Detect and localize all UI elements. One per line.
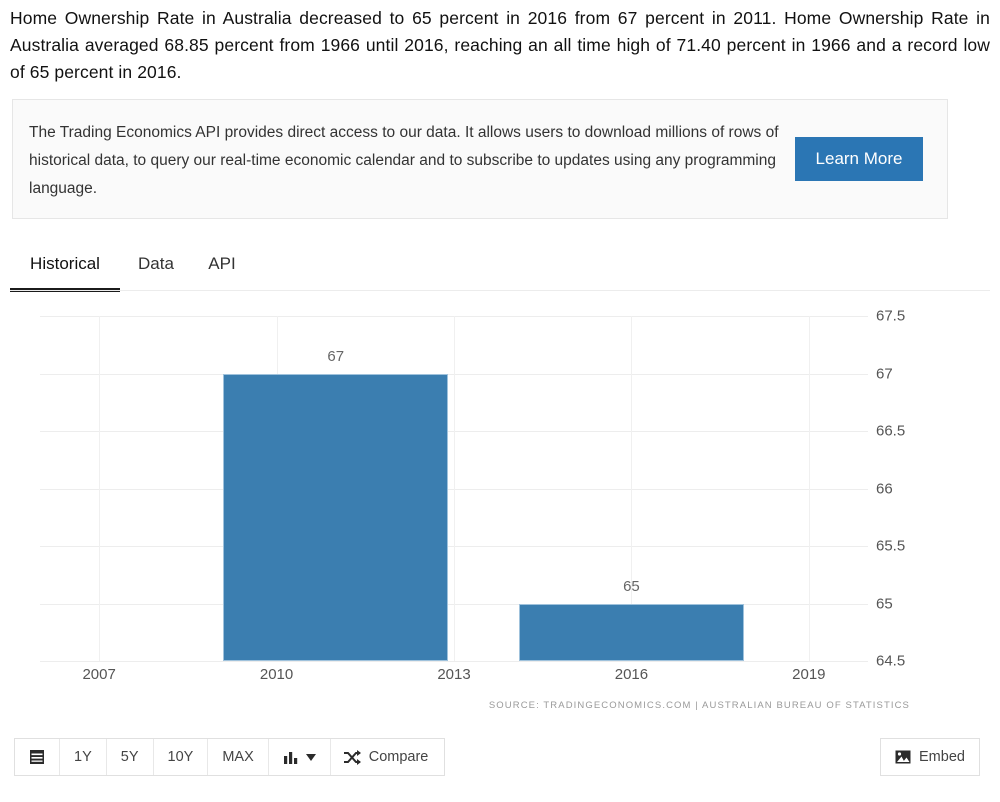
range-1y-button[interactable]: 1Y xyxy=(60,739,107,775)
calendar-icon xyxy=(29,749,45,765)
chart-bar[interactable] xyxy=(519,603,744,661)
embed-label: Embed xyxy=(919,749,965,765)
y-axis-tick-label: 67 xyxy=(876,365,893,382)
y-axis-tick-label: 64.5 xyxy=(876,652,906,670)
chevron-down-icon xyxy=(305,753,316,761)
tab-api[interactable]: API xyxy=(196,244,248,288)
api-promo-box: The Trading Economics API provides direc… xyxy=(12,99,948,219)
bar-chart-icon xyxy=(283,750,300,765)
range-10y-button[interactable]: 10Y xyxy=(153,739,209,775)
chart-type-dropdown[interactable] xyxy=(268,739,331,775)
gridline-horizontal xyxy=(40,661,868,662)
api-promo-text: The Trading Economics API provides direc… xyxy=(29,124,779,197)
chart-plot-area[interactable]: 67 65 xyxy=(40,316,868,662)
calendar-range-button[interactable] xyxy=(15,739,60,775)
image-icon xyxy=(895,750,911,764)
home-ownership-rate-chart: 67 65 67.5 67 66.5 66 65.5 65 64.5 2007 2010 2013… xyxy=(0,296,1000,726)
embed-button[interactable]: Embed xyxy=(880,738,980,776)
compare-label: Compare xyxy=(368,749,429,765)
x-axis-tick-label: 2013 xyxy=(437,666,471,683)
y-axis-tick-label: 67.5 xyxy=(876,307,906,325)
summary-paragraph: Home Ownership Rate in Australia decreas… xyxy=(10,8,990,82)
learn-more-button[interactable]: Learn More xyxy=(795,137,923,181)
chart-tabs: Historical Data API xyxy=(10,244,990,292)
x-axis-tick-label: 2007 xyxy=(82,666,116,683)
range-max-button[interactable]: MAX xyxy=(208,739,269,775)
x-axis-tick-label: 2019 xyxy=(792,666,826,683)
chart-bar[interactable] xyxy=(223,373,449,661)
compare-button[interactable]: Compare xyxy=(330,739,445,775)
bar-value-label: 65 xyxy=(623,577,640,595)
gridline-vertical xyxy=(454,316,455,661)
chart-source-attribution: SOURCE: TRADINGECONOMICS.COM | AUSTRALIA… xyxy=(488,700,910,711)
shuffle-icon xyxy=(343,749,361,765)
y-axis-tick-label: 66 xyxy=(876,480,893,497)
y-axis-tick-label: 65 xyxy=(876,595,893,612)
y-axis-tick-label: 66.5 xyxy=(876,422,906,440)
x-axis-tick-label: 2016 xyxy=(614,666,649,683)
gridline-vertical xyxy=(99,316,101,661)
y-axis-tick-label: 65.5 xyxy=(876,537,906,555)
tab-data[interactable]: Data xyxy=(126,244,186,288)
gridline-vertical xyxy=(808,316,810,661)
bar-value-label: 67 xyxy=(327,347,345,365)
tab-historical[interactable]: Historical xyxy=(10,244,120,292)
chart-toolbar: 1Y 5Y 10Y MAX Compare xyxy=(14,738,446,776)
x-axis-tick-label: 2010 xyxy=(259,666,294,683)
tabs-divider xyxy=(10,290,990,291)
range-5y-button[interactable]: 5Y xyxy=(106,739,154,775)
